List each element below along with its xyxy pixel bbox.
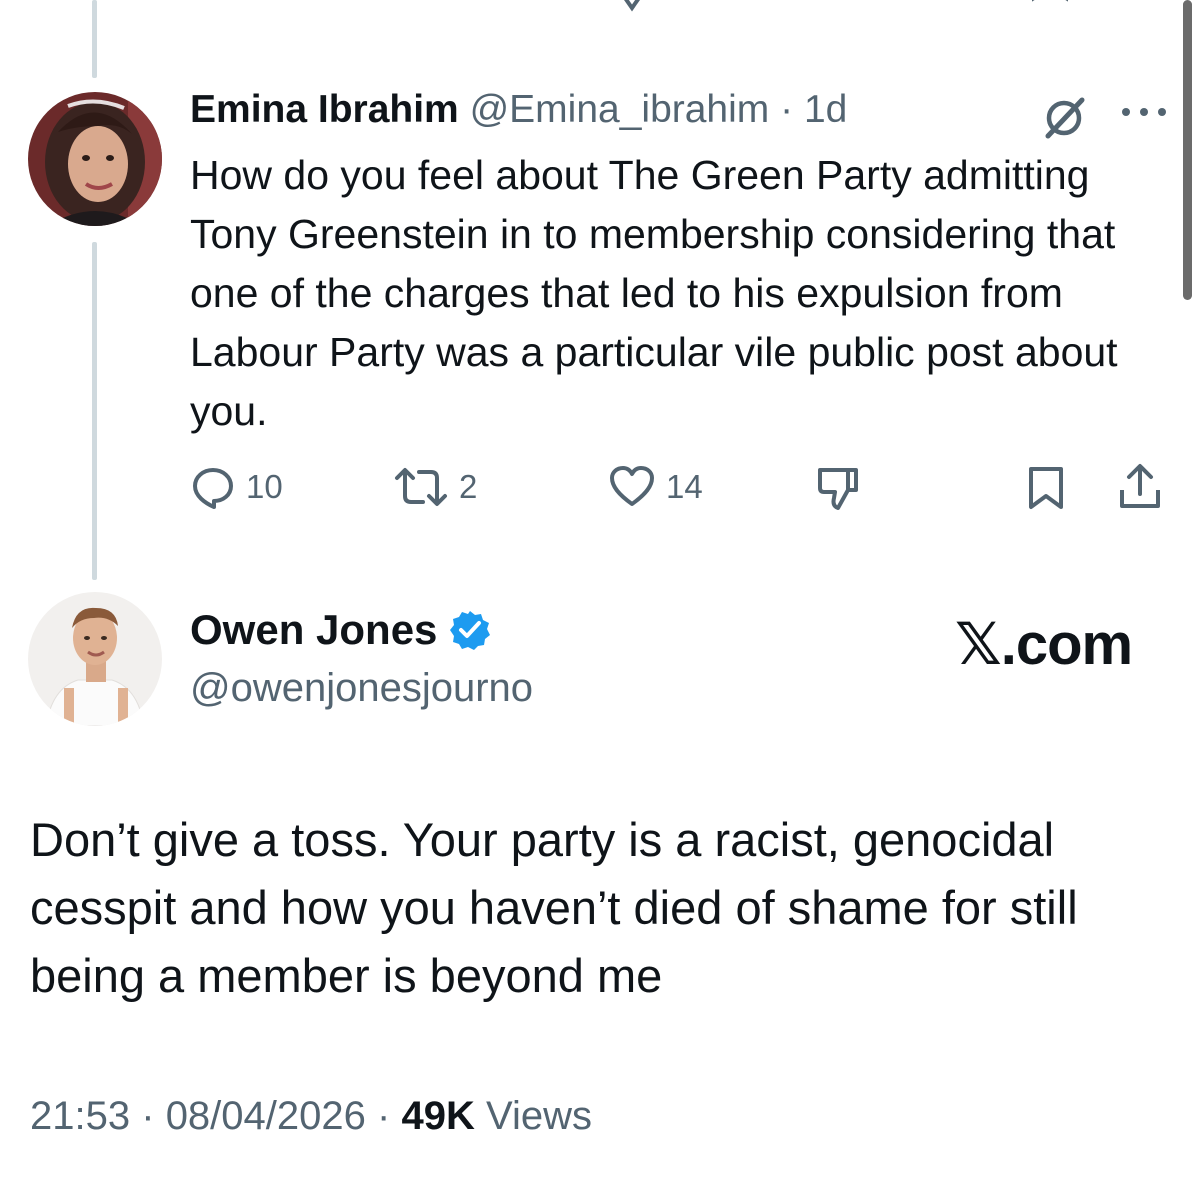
separator-dot: ·	[377, 1094, 391, 1138]
dislike-button[interactable]	[814, 464, 862, 512]
previous-tweet-actions	[0, 0, 1199, 18]
separator-dot: ·	[141, 1094, 155, 1138]
post-date[interactable]: 08/04/2026	[166, 1094, 366, 1138]
heart-icon	[610, 466, 654, 506]
share-button[interactable]	[1116, 462, 1164, 512]
reply-actions: 10 2 14	[0, 458, 1199, 518]
bookmark-icon[interactable]	[1030, 0, 1070, 18]
thread-line	[92, 0, 97, 78]
analytics-icon[interactable]	[820, 0, 864, 18]
scrollbar[interactable]	[1183, 0, 1192, 300]
author-name[interactable]: Emina Ibrahim	[190, 88, 459, 131]
reply-header: Emina Ibrahim @Emina_ibrahim · 1d	[190, 88, 847, 132]
author-name[interactable]: Owen Jones	[190, 606, 437, 654]
repost-button[interactable]: 2	[393, 464, 477, 510]
author-handle[interactable]: @Emina_ibrahim	[470, 88, 770, 131]
post-time[interactable]: 21:53	[30, 1094, 130, 1138]
bookmark-icon	[1029, 467, 1063, 509]
heart-icon[interactable]	[610, 0, 654, 18]
author-name-row: Owen Jones	[190, 606, 491, 654]
post-meta: 21:53 · 08/04/2026 · 49K Views	[30, 1094, 592, 1139]
avatar[interactable]	[28, 592, 162, 726]
author-handle[interactable]: @owenjonesjourno	[190, 666, 533, 711]
speech-bubble-icon[interactable]	[196, 0, 240, 18]
avatar[interactable]	[28, 92, 162, 226]
grok-icon[interactable]	[1040, 94, 1088, 142]
thread-line	[92, 242, 97, 580]
more-dots-icon[interactable]	[1118, 104, 1170, 120]
views-count[interactable]: 49K	[401, 1094, 474, 1138]
reply-count: 10	[246, 468, 283, 505]
post-age[interactable]: 1d	[804, 88, 847, 131]
like-count: 14	[666, 468, 703, 505]
post-text: Don’t give a toss. Your party is a racis…	[30, 813, 1078, 1002]
share-icon[interactable]	[1124, 0, 1164, 18]
x-brand-logo: 𝕏.com	[955, 612, 1133, 677]
verified-badge-icon	[450, 611, 491, 650]
views-label: Views	[485, 1094, 592, 1138]
repost-arrows-icon	[395, 468, 447, 506]
share-icon	[1120, 464, 1160, 508]
repost-arrows-icon[interactable]	[400, 0, 460, 18]
separator-dot: ·	[780, 88, 794, 131]
thumbs-down-icon	[818, 468, 858, 510]
bookmark-button[interactable]	[1026, 464, 1066, 512]
like-button[interactable]: 14	[608, 464, 703, 510]
reply-text: How do you feel about The Green Party ad…	[190, 152, 1118, 434]
reply-button[interactable]: 10	[190, 464, 283, 510]
repost-count: 2	[459, 468, 478, 505]
speech-bubble-icon	[193, 468, 233, 509]
